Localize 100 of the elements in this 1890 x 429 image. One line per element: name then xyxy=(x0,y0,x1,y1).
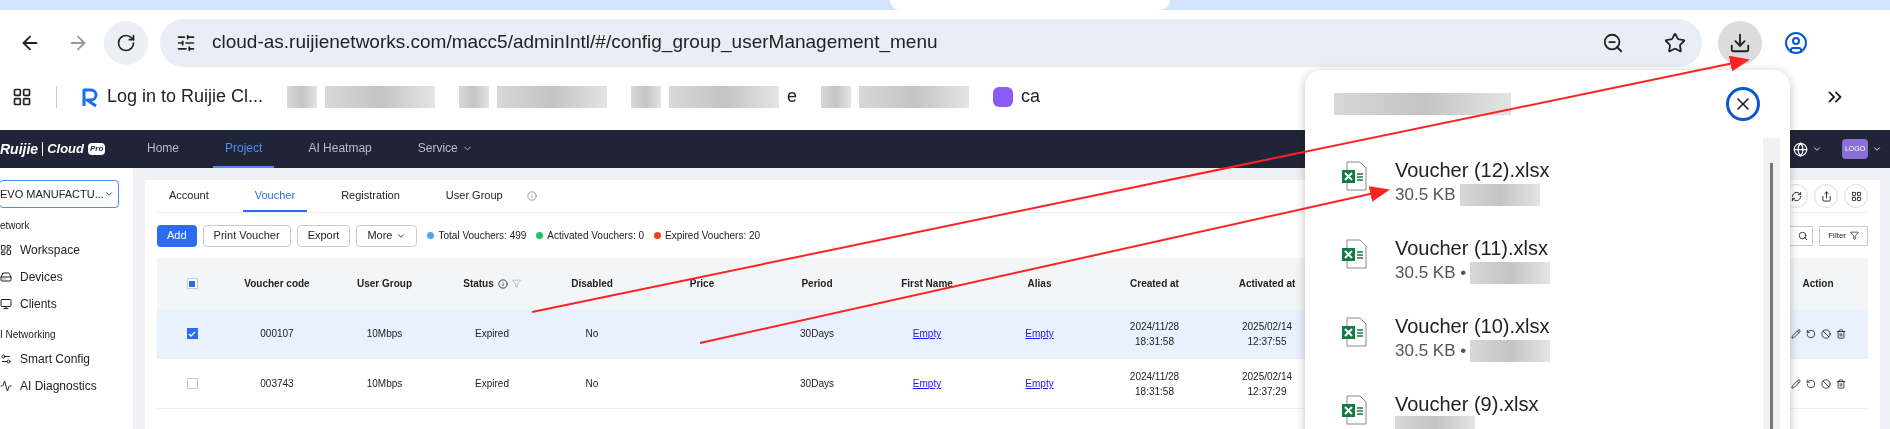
brand-logo: Ruijie xyxy=(0,139,39,159)
add-button[interactable]: Add xyxy=(157,224,197,247)
spreadsheet-file-icon xyxy=(1341,239,1367,269)
site-settings-icon[interactable] xyxy=(176,32,196,53)
pulse-icon xyxy=(0,379,12,392)
info-icon[interactable] xyxy=(497,278,508,289)
download-icon xyxy=(1729,31,1751,54)
blurred-block xyxy=(821,85,852,108)
empty-link[interactable]: Empty xyxy=(912,326,942,341)
table-cell-text: 000107 xyxy=(260,327,294,341)
reset-icon[interactable] xyxy=(1805,328,1816,339)
disable-icon[interactable] xyxy=(1820,328,1831,339)
project-select[interactable]: EVO MANUFACTU... xyxy=(0,180,119,208)
pro-badge: Pro xyxy=(87,143,106,155)
address-bar[interactable]: cloud-as.ruijienetworks.com/macc5/adminIntl/#/config_group_userManagement_menu xyxy=(160,18,1702,67)
table-cell-text: 10Mbps xyxy=(366,327,403,341)
page-tab[interactable]: User Group xyxy=(433,180,515,212)
grid-icon xyxy=(1850,190,1862,202)
nav-tab[interactable]: AI Heatmap xyxy=(296,130,384,168)
product-logo: Cloud xyxy=(47,140,84,159)
bookmark-link[interactable]: ca xyxy=(1021,83,1041,110)
column-header: Activated at xyxy=(1238,277,1296,291)
bookmark-logo-icon xyxy=(81,86,99,107)
delete-icon[interactable] xyxy=(1835,328,1846,339)
toolbar-button[interactable]: Export xyxy=(296,224,351,247)
zoom-out-icon[interactable] xyxy=(1602,31,1624,54)
row-checkbox[interactable] xyxy=(186,328,198,339)
table-cell-text: No xyxy=(585,327,599,341)
column-header: First Name xyxy=(901,277,953,291)
page-tab[interactable]: Account xyxy=(157,180,221,212)
nav-tab[interactable]: Service xyxy=(405,130,485,168)
close-button[interactable] xyxy=(1726,87,1760,121)
column-header: Price xyxy=(689,277,715,291)
edit-icon[interactable] xyxy=(1790,378,1801,389)
language-icon[interactable] xyxy=(1793,141,1808,157)
table-cell-text: 30Days xyxy=(800,327,834,341)
caret-icon xyxy=(1812,144,1822,154)
reload-button[interactable] xyxy=(104,20,148,65)
disable-icon[interactable] xyxy=(1820,378,1831,389)
spreadsheet-file-icon xyxy=(1341,395,1367,425)
blurred-block xyxy=(631,85,662,108)
bookmark-star-icon[interactable] xyxy=(1664,31,1686,54)
spreadsheet-file-icon xyxy=(1341,161,1367,191)
page-tab[interactable]: Registration xyxy=(329,180,412,212)
column-header: Action xyxy=(1802,277,1834,291)
scrollbar[interactable] xyxy=(1763,138,1780,429)
sidebar-item[interactable]: Workspace xyxy=(0,236,133,263)
toolbar-button[interactable]: Print Voucher xyxy=(202,224,291,247)
file-size: 30.5 KB • xyxy=(1395,262,1467,284)
sidebar-section-title: etwork xyxy=(0,219,31,233)
sidebar-item[interactable]: Clients xyxy=(0,290,133,317)
column-header: Created at xyxy=(1130,277,1179,291)
edit-icon[interactable] xyxy=(1790,328,1801,339)
reset-icon[interactable] xyxy=(1805,378,1816,389)
toolbar-button[interactable]: More xyxy=(356,224,418,247)
apps-icon[interactable] xyxy=(12,86,32,107)
file-name: Voucher (11).xlsx xyxy=(1395,236,1550,260)
table-cell-text: 30Days xyxy=(800,377,834,391)
empty-link[interactable]: Empty xyxy=(1025,376,1054,391)
sidebar-item[interactable]: Devices xyxy=(0,263,133,290)
dashboard-icon xyxy=(0,243,12,256)
empty-link[interactable]: Empty xyxy=(1025,326,1054,341)
select-all-checkbox[interactable] xyxy=(186,278,198,289)
table-cell-text: 003743 xyxy=(260,377,294,391)
row-checkbox[interactable] xyxy=(186,378,198,389)
empty-link[interactable]: Empty xyxy=(912,376,942,391)
column-header: Disabled xyxy=(571,277,613,291)
download-button[interactable] xyxy=(1718,20,1762,65)
bookmark-link[interactable]: e xyxy=(787,83,798,110)
monitor-icon xyxy=(0,297,12,310)
refresh-icon xyxy=(1790,190,1802,202)
share-icon xyxy=(1820,190,1832,202)
caret-icon xyxy=(1872,144,1882,154)
delete-icon[interactable] xyxy=(1835,378,1846,389)
stat-label: Activated Vouchers: 0 xyxy=(547,229,645,243)
column-header: Status xyxy=(463,277,494,291)
table-cell-text: 2025/02/14 12:37:29 xyxy=(1241,369,1293,399)
file-name: Voucher (12).xlsx xyxy=(1395,158,1550,182)
table-cell-text: No xyxy=(585,377,599,391)
filter-button[interactable]: Filter xyxy=(1819,225,1868,246)
nav-tab[interactable]: Home xyxy=(135,130,191,168)
table-cell-text: 2024/11/28 18:31:58 xyxy=(1129,369,1180,399)
table-cell-text: 2025/02/14 12:37:55 xyxy=(1241,319,1293,349)
page-tab[interactable]: Voucher xyxy=(242,180,308,212)
blurred-block xyxy=(287,85,318,108)
file-size: 30.5 KB • xyxy=(1395,340,1467,362)
profile-icon xyxy=(1784,30,1808,55)
download-item[interactable]: Voucher (12).xlsx 30.5 KB xyxy=(1305,138,1763,216)
stat-label: Total Vouchers: 499 xyxy=(438,229,527,243)
bookmark-link[interactable]: Log in to Ruijie Cl... xyxy=(107,83,264,110)
spreadsheet-file-icon xyxy=(1341,317,1367,347)
sidebar-section-title: I Networking xyxy=(0,328,57,342)
reload-icon xyxy=(116,32,136,53)
search-icon xyxy=(1798,230,1809,241)
sidebar-item[interactable]: AI Diagnostics xyxy=(0,372,133,399)
file-name: Voucher (10).xlsx xyxy=(1395,314,1551,338)
download-item[interactable]: Voucher (11).xlsx 30.5 KB • xyxy=(1305,216,1763,294)
sidebar-item[interactable]: Smart Config xyxy=(0,345,133,372)
stat-label: Expired Vouchers: 20 xyxy=(665,229,761,243)
file-size: 30.5 KB xyxy=(1395,184,1456,206)
